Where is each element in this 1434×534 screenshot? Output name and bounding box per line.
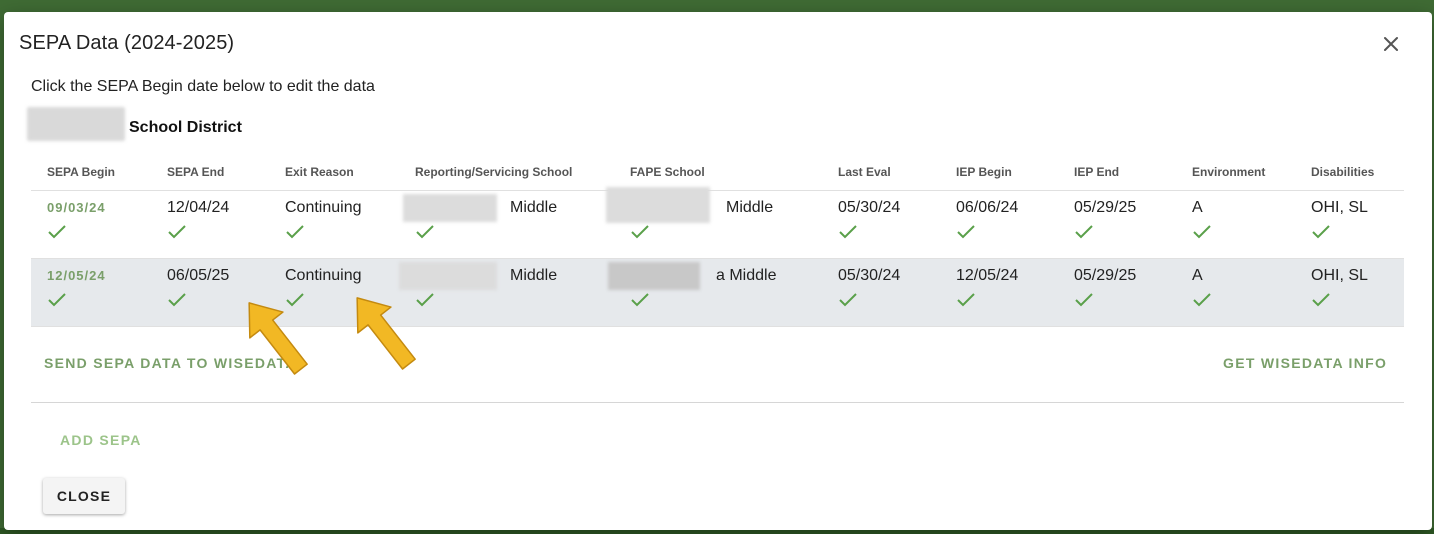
check-icon <box>838 291 858 309</box>
divider <box>31 402 1404 403</box>
column-header-iep-end[interactable]: IEP End <box>1058 155 1176 191</box>
check-icon <box>415 223 435 241</box>
sepa-dialog: SEPA Data (2024-2025) Click the SEPA Beg… <box>4 12 1432 530</box>
check-icon <box>1192 291 1212 309</box>
check-icon <box>630 291 650 309</box>
arrow-annotation-icon <box>356 297 416 370</box>
check-icon <box>1074 223 1094 241</box>
redacted-district-name <box>27 107 125 141</box>
add-sepa-button[interactable]: ADD SEPA <box>60 432 142 448</box>
column-header-sepa-end[interactable]: SEPA End <box>151 155 269 191</box>
exit-reason-value: Continuing <box>285 198 362 216</box>
table-header-row: SEPA Begin SEPA End Exit Reason Reportin… <box>31 155 1404 191</box>
column-header-fape-school[interactable]: FAPE School <box>614 155 822 191</box>
check-icon <box>956 223 976 241</box>
check-icon <box>956 291 976 309</box>
iep-begin-value: 06/06/24 <box>956 198 1019 216</box>
check-icon <box>167 291 187 309</box>
iep-end-value: 05/29/25 <box>1074 266 1137 284</box>
environment-value: A <box>1192 198 1203 216</box>
column-header-iep-begin[interactable]: IEP Begin <box>940 155 1058 191</box>
check-icon <box>838 223 858 241</box>
column-header-reporting-school[interactable]: Reporting/Servicing School <box>399 155 614 191</box>
check-icon <box>1311 223 1331 241</box>
column-header-sepa-begin[interactable]: SEPA Begin <box>31 155 151 191</box>
close-button[interactable]: CLOSE <box>43 478 125 514</box>
redacted-school-name <box>606 186 710 223</box>
redacted-school-name <box>403 193 497 222</box>
arrow-annotation-icon <box>248 302 308 375</box>
iep-end-value: 05/29/25 <box>1074 198 1137 216</box>
check-icon <box>285 223 305 241</box>
sepa-end-value: 06/05/25 <box>167 266 230 284</box>
table-row: 09/03/24 12/04/24 Continuing Middle Midd… <box>31 186 1404 259</box>
sepa-begin-link[interactable]: 12/05/24 <box>47 265 151 289</box>
disabilities-value: OHI, SL <box>1311 198 1368 216</box>
sepa-begin-link[interactable]: 09/03/24 <box>47 197 151 221</box>
iep-begin-value: 12/05/24 <box>956 266 1019 284</box>
district-label: School District <box>129 119 242 136</box>
column-header-disabilities[interactable]: Disabilities <box>1295 155 1404 191</box>
check-icon <box>1192 223 1212 241</box>
disabilities-value: OHI, SL <box>1311 266 1368 284</box>
check-icon <box>47 223 67 241</box>
column-header-exit-reason[interactable]: Exit Reason <box>269 155 399 191</box>
instructions-text: Click the SEPA Begin date below to edit … <box>31 78 375 95</box>
get-wisedata-info-button[interactable]: GET WISEDATA INFO <box>1223 355 1387 371</box>
environment-value: A <box>1192 266 1203 284</box>
check-icon <box>167 223 187 241</box>
sepa-end-value: 12/04/24 <box>167 198 230 216</box>
column-header-last-eval[interactable]: Last Eval <box>822 155 940 191</box>
last-eval-value: 05/30/24 <box>838 266 901 284</box>
check-icon <box>1311 291 1331 309</box>
dialog-title: SEPA Data (2024-2025) <box>19 32 235 54</box>
redacted-school-name <box>608 261 700 290</box>
close-icon[interactable] <box>1379 32 1403 56</box>
check-icon <box>630 223 650 241</box>
last-eval-value: 05/30/24 <box>838 198 901 216</box>
check-icon <box>47 291 67 309</box>
column-header-environment[interactable]: Environment <box>1176 155 1295 191</box>
check-icon <box>1074 291 1094 309</box>
